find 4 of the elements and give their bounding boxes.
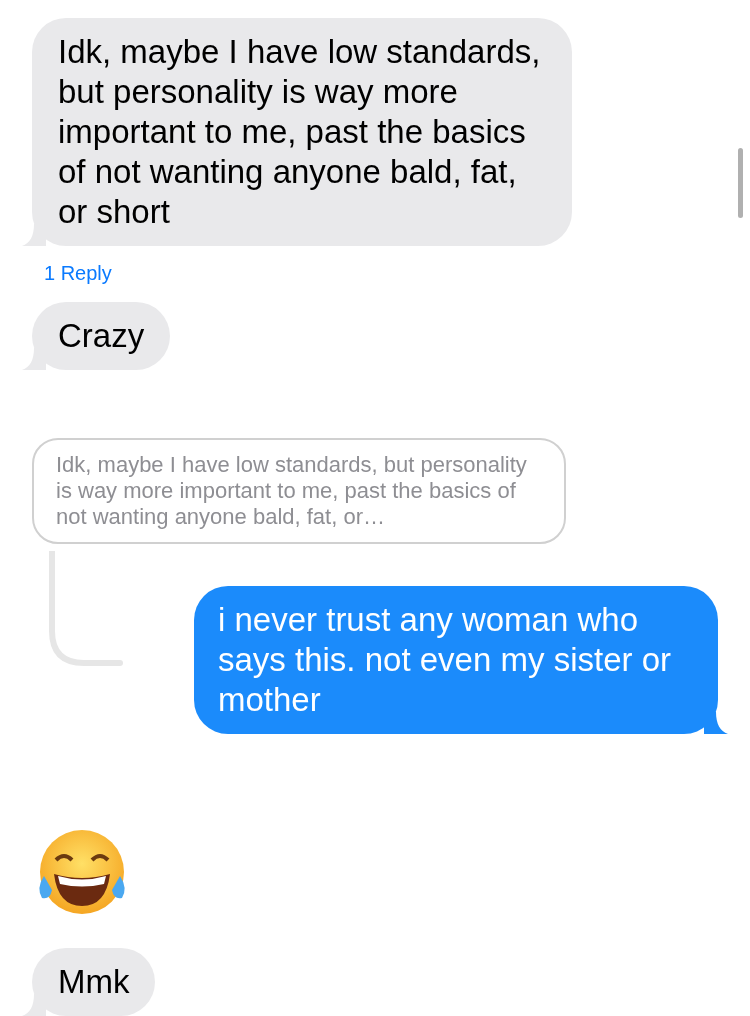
quoted-message-bubble: Idk, maybe I have low standards, but personality is way more important to me, past the basics of not wanting anyone bald, fat, or…	[32, 438, 566, 544]
bubble-tail	[704, 712, 728, 734]
scrollbar	[738, 148, 743, 218]
reply-count-link[interactable]: 1 Reply	[44, 258, 112, 288]
